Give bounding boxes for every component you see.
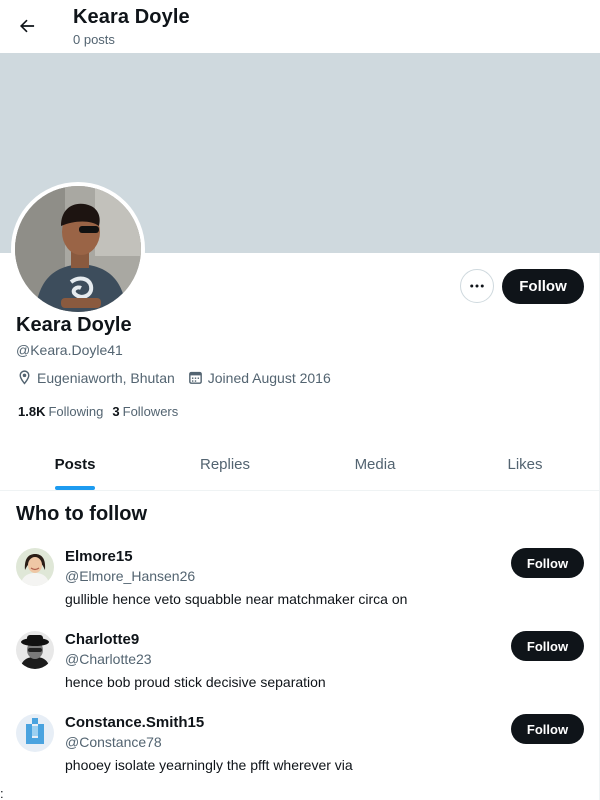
following-link[interactable]: 1.8K Following	[18, 404, 103, 419]
joined-text: Joined August 2016	[207, 369, 331, 386]
follow-counts: 1.8K Following 3 Followers	[18, 404, 187, 419]
profile-handle: @Keara.Doyle41	[16, 342, 123, 358]
location-item: Eugeniaworth, Bhutan	[16, 369, 175, 386]
following-label: Following	[48, 404, 104, 419]
avatar[interactable]	[16, 631, 54, 669]
suggestion-name: Elmore15	[65, 548, 133, 565]
suggestion-name: Charlotte9	[65, 631, 140, 648]
avatar[interactable]	[16, 548, 54, 586]
profile-tabs: Posts Replies Media Likes	[0, 438, 600, 491]
follow-button[interactable]: Follow	[511, 714, 584, 744]
top-bar: Keara Doyle 0 posts	[0, 0, 600, 53]
profile-name: Keara Doyle	[16, 314, 132, 336]
profile-page: Keara Doyle 0 posts Follow Keara Doyle @…	[0, 0, 600, 800]
tab-likes[interactable]: Likes	[450, 438, 600, 490]
follow-button[interactable]: Follow	[502, 269, 584, 304]
profile-meta: Eugeniaworth, Bhutan Joined August 2016	[16, 369, 343, 386]
header-post-count: 0 posts	[73, 32, 115, 47]
avatar-illustration	[16, 548, 54, 586]
avatar-illustration	[15, 186, 141, 312]
followers-link[interactable]: 3 Followers	[112, 404, 178, 419]
suggestion-name: Constance.Smith15	[65, 714, 205, 731]
calendar-icon	[188, 371, 202, 384]
back-button[interactable]	[10, 9, 44, 43]
followers-count: 3	[112, 404, 120, 419]
arrow-left-icon	[20, 19, 35, 33]
follow-button[interactable]: Follow	[511, 548, 584, 578]
following-count: 1.8K	[18, 404, 46, 419]
tab-replies[interactable]: Replies	[150, 438, 300, 490]
who-to-follow-title: Who to follow	[16, 503, 148, 525]
followers-label: Followers	[122, 404, 179, 419]
edge-text: :	[0, 786, 4, 800]
avatar-illustration	[16, 714, 54, 752]
follow-button[interactable]: Follow	[511, 631, 584, 661]
more-horizontal-icon	[470, 284, 484, 288]
suggestion-bio: hence bob proud stick decisive separatio…	[65, 674, 326, 690]
profile-avatar[interactable]	[11, 182, 145, 316]
more-options-button[interactable]	[460, 269, 494, 303]
joined-item: Joined August 2016	[187, 369, 331, 386]
suggestion-handle: @Elmore_Hansen26	[65, 568, 196, 584]
suggestion-item[interactable]: Charlotte9 @Charlotte23 hence bob proud …	[0, 631, 600, 714]
suggestion-item[interactable]: Elmore15 @Elmore_Hansen26 gullible hence…	[0, 548, 600, 631]
suggestion-handle: @Constance78	[65, 734, 162, 750]
location-text: Eugeniaworth, Bhutan	[37, 369, 175, 386]
avatar[interactable]	[16, 714, 54, 752]
tab-media[interactable]: Media	[300, 438, 450, 490]
avatar-illustration	[16, 631, 54, 669]
avatar-photo	[15, 186, 141, 312]
suggestion-handle: @Charlotte23	[65, 651, 152, 667]
tab-posts[interactable]: Posts	[0, 438, 150, 490]
header-title: Keara Doyle	[73, 6, 190, 28]
suggestion-bio: gullible hence veto squabble near matchm…	[65, 591, 408, 607]
suggestion-bio: phooey isolate yearningly the pfft where…	[65, 757, 353, 773]
location-pin-icon	[19, 370, 30, 385]
suggestion-item[interactable]: Constance.Smith15 @Constance78 phooey is…	[0, 714, 600, 797]
